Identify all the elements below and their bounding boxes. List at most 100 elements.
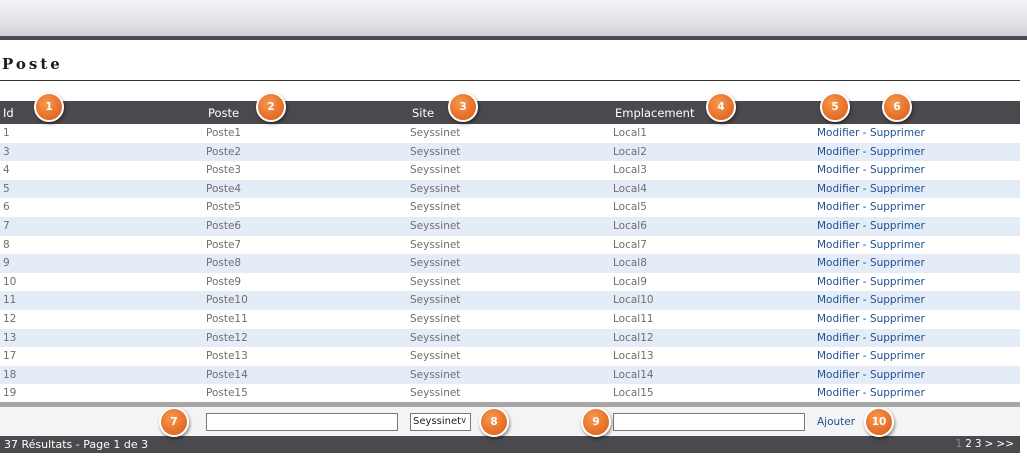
header-emplacement[interactable]: Emplacement <box>615 106 694 120</box>
action-separator: - <box>859 127 870 139</box>
cell-emplacement: Local11 <box>613 312 654 325</box>
cell-site: Seyssinet <box>410 387 461 400</box>
modify-link[interactable]: Modifier <box>817 387 859 399</box>
cell-id: 9 <box>3 257 10 270</box>
modify-link[interactable]: Modifier <box>817 369 859 381</box>
top-banner <box>0 0 1027 40</box>
row-actions: Modifier - Supprimer <box>817 369 925 381</box>
cell-site: Seyssinet <box>410 368 461 381</box>
cell-site: Seyssinet <box>410 219 461 232</box>
cell-id: 10 <box>3 275 17 288</box>
table-row: 3 Poste2 Seyssinet Local2 Modifier - Supprim… <box>0 142 1020 162</box>
cell-id: 5 <box>3 182 10 195</box>
cell-poste: Poste12 <box>206 331 248 344</box>
delete-link[interactable]: Supprimer <box>870 239 925 251</box>
cell-site: Seyssinet <box>410 275 461 288</box>
delete-link[interactable]: Supprimer <box>870 276 925 288</box>
table-row: 6 Poste5 Seyssinet Local5 Modifier - Supprim… <box>0 198 1020 217</box>
cell-id: 18 <box>3 368 17 381</box>
modify-link[interactable]: Modifier <box>817 350 859 362</box>
delete-link[interactable]: Supprimer <box>870 146 925 158</box>
cell-id: 8 <box>3 238 10 251</box>
chevron-down-icon: ∨ <box>460 416 467 426</box>
cell-poste: Poste13 <box>206 350 248 363</box>
table-footer: 37 Résultats - Page 1 de 3 1 2 3 > >> <box>0 436 1020 453</box>
row-actions: Modifier - Supprimer <box>817 183 925 195</box>
row-actions: Modifier - Supprimer <box>817 220 925 232</box>
page-link[interactable]: 1 <box>956 438 963 450</box>
modify-link[interactable]: Modifier <box>817 257 859 269</box>
modify-link[interactable]: Modifier <box>817 239 859 251</box>
action-separator: - <box>859 350 870 363</box>
page-link[interactable]: >> <box>996 438 1014 450</box>
modify-link[interactable]: Modifier <box>817 220 859 232</box>
cell-id: 19 <box>3 387 17 400</box>
delete-link[interactable]: Supprimer <box>870 127 925 139</box>
modify-link[interactable]: Modifier <box>817 201 859 213</box>
delete-link[interactable]: Supprimer <box>870 313 925 325</box>
modify-link[interactable]: Modifier <box>817 127 859 139</box>
action-separator: - <box>859 201 870 214</box>
delete-link[interactable]: Supprimer <box>870 257 925 269</box>
header-site[interactable]: Site <box>412 106 434 120</box>
delete-link[interactable]: Supprimer <box>870 350 925 362</box>
page-link[interactable]: > <box>985 438 994 450</box>
delete-link[interactable]: Supprimer <box>870 387 925 399</box>
table-row: 7 Poste6 Seyssinet Local6 Modifier - Supprim… <box>0 216 1020 236</box>
delete-link[interactable]: Supprimer <box>870 201 925 213</box>
delete-link[interactable]: Supprimer <box>870 164 925 176</box>
cell-site: Seyssinet <box>410 201 461 214</box>
cell-site: Seyssinet <box>410 238 461 251</box>
cell-poste: Poste8 <box>206 257 242 270</box>
pagination: 1 2 3 > >> <box>953 438 1014 450</box>
cell-poste: Poste2 <box>206 145 242 158</box>
delete-link[interactable]: Supprimer <box>870 183 925 195</box>
add-button[interactable]: Ajouter <box>817 416 855 428</box>
cell-id: 7 <box>3 219 10 232</box>
modify-link[interactable]: Modifier <box>817 146 859 158</box>
header-poste[interactable]: Poste <box>208 106 239 120</box>
poste-filter-input[interactable] <box>206 413 398 431</box>
cell-site: Seyssinet <box>410 145 461 158</box>
callout-badge-3: 3 <box>448 92 478 122</box>
table-row: 1 Poste1 Seyssinet Local1 Modifier - Supprim… <box>0 124 1020 143</box>
cell-id: 17 <box>3 350 17 363</box>
delete-link[interactable]: Supprimer <box>870 369 925 381</box>
callout-badge-9: 9 <box>581 407 611 437</box>
cell-emplacement: Local14 <box>613 368 654 381</box>
row-actions: Modifier - Supprimer <box>817 294 925 306</box>
cell-poste: Poste10 <box>206 294 248 307</box>
modify-link[interactable]: Modifier <box>817 164 859 176</box>
title-divider <box>0 80 1020 81</box>
cell-site: Seyssinet <box>410 164 461 177</box>
delete-link[interactable]: Supprimer <box>870 294 925 306</box>
page-link[interactable]: 2 <box>965 438 972 450</box>
row-actions: Modifier - Supprimer <box>817 201 925 213</box>
emplacement-filter-input[interactable] <box>613 413 805 431</box>
cell-poste: Poste4 <box>206 182 242 195</box>
modify-link[interactable]: Modifier <box>817 332 859 344</box>
header-id[interactable]: Id <box>3 106 14 120</box>
callout-badge-7: 7 <box>159 407 189 437</box>
cell-id: 6 <box>3 201 10 214</box>
cell-poste: Poste6 <box>206 219 242 232</box>
action-separator: - <box>859 331 870 344</box>
site-filter-select[interactable]: Seyssinet ∨ <box>410 413 471 431</box>
table-row: 11 Poste10 Seyssinet Local10 Modifier - Supp… <box>0 291 1020 310</box>
cell-emplacement: Local1 <box>613 127 647 139</box>
modify-link[interactable]: Modifier <box>817 183 859 195</box>
action-separator: - <box>859 257 870 270</box>
modify-link[interactable]: Modifier <box>817 294 859 306</box>
cell-poste: Poste5 <box>206 201 242 214</box>
modify-link[interactable]: Modifier <box>817 276 859 288</box>
cell-site: Seyssinet <box>410 182 461 195</box>
page-link[interactable]: 3 <box>975 438 982 450</box>
row-actions: Modifier - Supprimer <box>817 332 925 344</box>
row-actions: Modifier - Supprimer <box>817 387 925 399</box>
cell-emplacement: Local2 <box>613 145 647 158</box>
poste-table: Id Poste Site Emplacement 1 Poste1 Seyssin… <box>0 101 1020 403</box>
modify-link[interactable]: Modifier <box>817 313 859 325</box>
delete-link[interactable]: Supprimer <box>870 332 925 344</box>
delete-link[interactable]: Supprimer <box>870 220 925 232</box>
cell-id: 12 <box>3 312 17 325</box>
